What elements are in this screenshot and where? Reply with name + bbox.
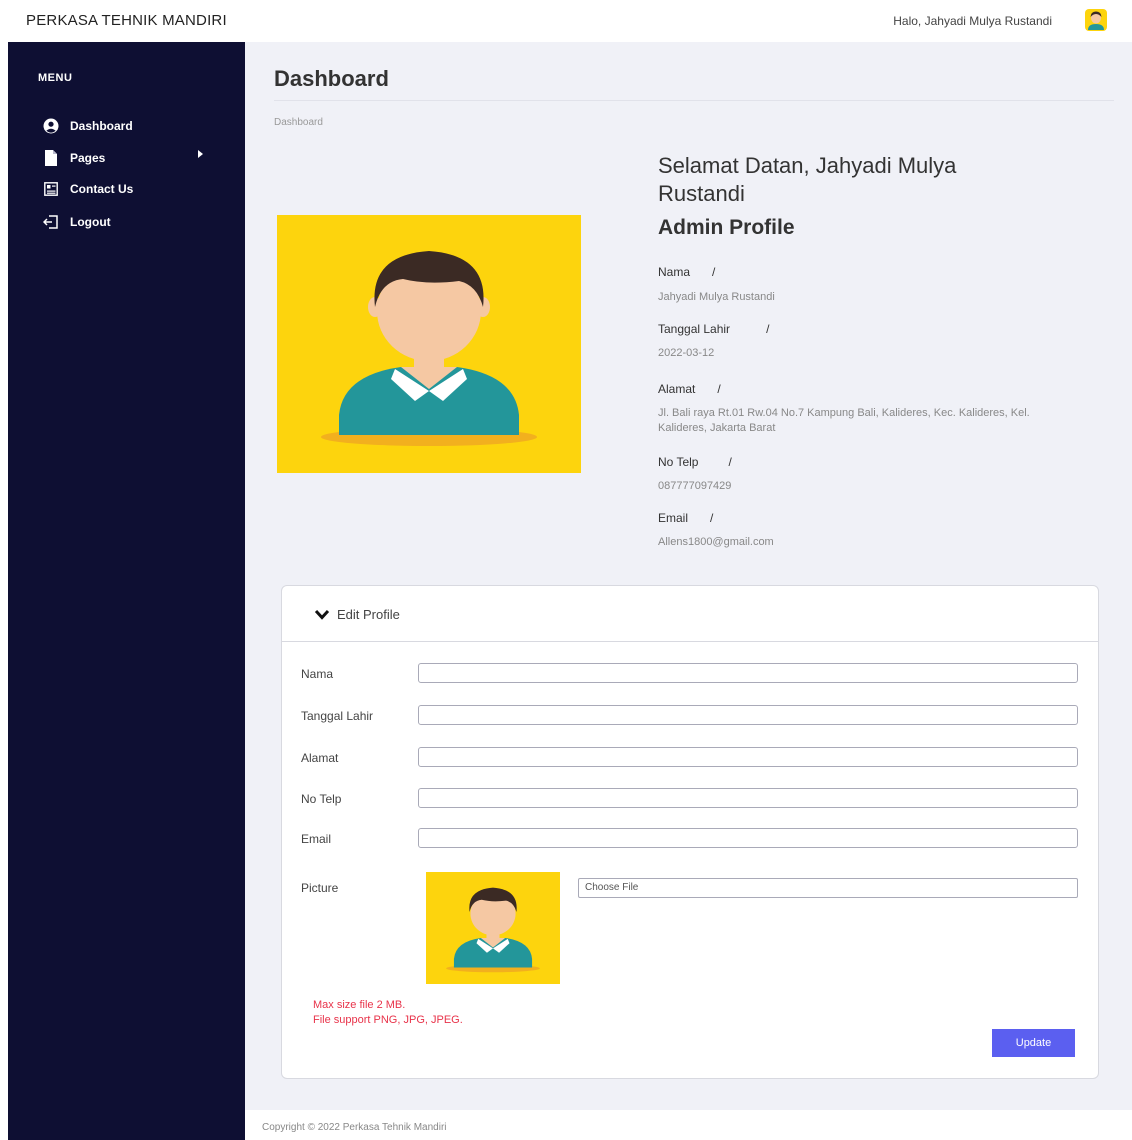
form-label-no-telp: No Telp xyxy=(301,792,342,806)
file-icon xyxy=(42,150,60,166)
copyright-text: Copyright © 2022 Perkasa Tehnik Mandiri xyxy=(262,1122,447,1133)
sidebar-item-logout[interactable]: Logout xyxy=(42,212,111,232)
profile-label-alamat: Alamat / xyxy=(658,382,721,396)
edit-profile-title: Edit Profile xyxy=(337,607,400,622)
top-navbar: PERKASA TEHNIK MANDIRI Halo, Jahyadi Mul… xyxy=(0,0,1132,42)
form-label-nama: Nama xyxy=(301,667,334,681)
sidebar-item-contact-us[interactable]: Contact Us xyxy=(42,179,133,199)
logout-icon xyxy=(42,214,60,230)
user-avatar-thumbnail-icon xyxy=(446,887,540,973)
profile-value-email: Allens1800@gmail.com xyxy=(658,536,774,548)
profile-value-nama: Jahyadi Mulya Rustandi xyxy=(658,291,775,303)
profile-label-no-telp: No Telp / xyxy=(658,455,732,469)
edit-profile-toggle[interactable]: Edit Profile xyxy=(282,586,1098,642)
chevron-down-icon xyxy=(314,608,330,620)
file-type-note: File support PNG, JPG, JPEG. xyxy=(313,1014,463,1026)
user-avatar-icon[interactable] xyxy=(1082,6,1110,34)
file-size-note: Max size file 2 MB. xyxy=(313,999,406,1011)
alamat-input[interactable] xyxy=(418,747,1078,767)
user-avatar-illustration-icon xyxy=(321,251,537,446)
form-label-tanggal-lahir: Tanggal Lahir xyxy=(301,709,374,723)
choose-file-button[interactable]: Choose File xyxy=(583,882,640,893)
page-title: Dashboard xyxy=(274,66,389,91)
admin-profile-title: Admin Profile xyxy=(658,216,795,239)
edit-profile-card: Edit Profile Nama Tanggal Lahir Alamat N… xyxy=(281,585,1099,1079)
picture-preview xyxy=(426,872,560,984)
main-content: Dashboard Dashboard Selamat Datan, Jahya… xyxy=(245,42,1132,1110)
profile-label-email: Email / xyxy=(658,511,714,525)
picture-file-input[interactable]: Choose File xyxy=(578,878,1078,898)
sidebar-item-dashboard[interactable]: Dashboard xyxy=(42,116,133,136)
sidebar-item-label: Dashboard xyxy=(70,119,133,133)
divider xyxy=(274,100,1114,101)
user-circle-icon xyxy=(42,118,60,134)
profile-label-tanggal-lahir: Tanggal Lahir / xyxy=(658,322,770,336)
user-greeting[interactable]: Halo, Jahyadi Mulya Rustandi xyxy=(893,14,1052,28)
contact-card-icon xyxy=(42,181,60,197)
brand-name[interactable]: PERKASA TEHNIK MANDIRI xyxy=(26,12,227,29)
profile-label-nama: Nama / xyxy=(658,265,716,279)
welcome-heading: Selamat Datan, Jahyadi Mulya Rustandi xyxy=(658,153,957,206)
sidebar: MENU Dashboard Pages Contact Us Logout xyxy=(8,42,245,1140)
email-input[interactable] xyxy=(418,828,1078,848)
update-button[interactable]: Update xyxy=(992,1029,1075,1057)
sidebar-item-pages[interactable]: Pages xyxy=(42,148,105,168)
form-label-picture: Picture xyxy=(301,881,339,895)
sidebar-item-label: Contact Us xyxy=(70,182,134,196)
profile-photo xyxy=(277,215,581,473)
form-label-alamat: Alamat xyxy=(301,751,339,765)
breadcrumb[interactable]: Dashboard xyxy=(274,117,323,128)
sidebar-item-label: Logout xyxy=(70,215,111,229)
footer: Copyright © 2022 Perkasa Tehnik Mandiri xyxy=(245,1110,1132,1140)
profile-value-tanggal-lahir: 2022-03-12 xyxy=(658,347,715,359)
tanggal-lahir-input[interactable] xyxy=(418,705,1078,725)
form-label-email: Email xyxy=(301,832,332,846)
sidebar-menu-title: MENU xyxy=(38,72,73,84)
no-telp-input[interactable] xyxy=(418,788,1078,808)
nama-input[interactable] xyxy=(418,663,1078,683)
sidebar-item-label: Pages xyxy=(70,151,106,165)
profile-value-alamat: Jl. Bali raya Rt.01 Rw.04 No.7 Kampung B… xyxy=(658,407,1030,434)
caret-right-icon[interactable] xyxy=(198,150,203,158)
profile-value-no-telp: 087777097429 xyxy=(658,480,732,492)
